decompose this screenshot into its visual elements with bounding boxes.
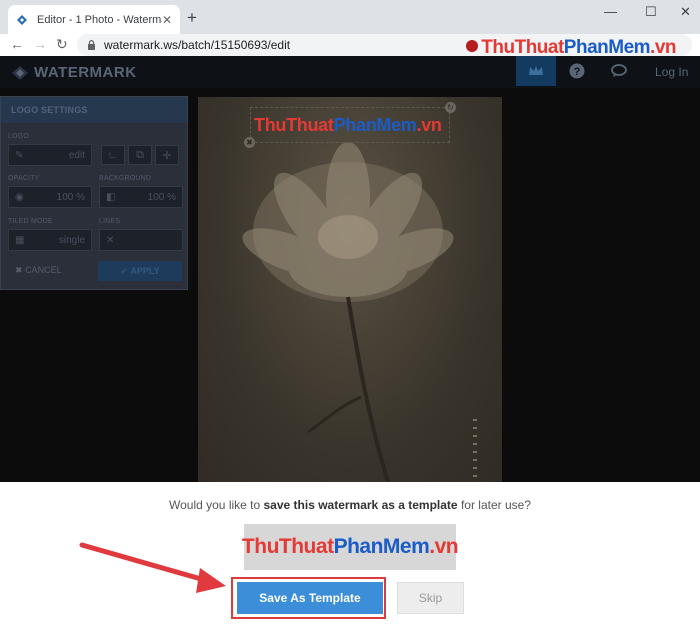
watermark-app: WATERMARK ? Log In LOGO SETTINGS LOGO ✎ … (0, 56, 700, 482)
save-as-template-button[interactable]: Save As Template (237, 582, 383, 614)
background-label: BACKGROUND (99, 175, 152, 182)
photo-watermark-part2: PhanMem (333, 115, 417, 135)
cancel-x-icon: ✖ (15, 265, 23, 275)
question-post: for later use? (457, 498, 531, 512)
question-bold: save this watermark as a template (263, 498, 458, 512)
background-field[interactable]: ◧ 100 % (99, 186, 183, 208)
chat-icon (611, 64, 627, 77)
panel-title: LOGO SETTINGS (1, 97, 187, 123)
maximize-icon[interactable]: ☐ (645, 4, 657, 20)
lines-label: LINES (99, 218, 121, 225)
eye-icon: ◉ (15, 191, 24, 203)
back-icon[interactable]: ← (10, 36, 24, 52)
forward-icon[interactable]: → (33, 36, 47, 52)
photo-watermark-part1: ThuThuat (254, 115, 334, 135)
tiled-mode-field[interactable]: ▦ single (8, 229, 92, 251)
lines-field[interactable]: ✕ (99, 229, 183, 251)
tab-close-icon[interactable]: ✕ (162, 13, 172, 27)
tiled-mode-label: TILED MODE (8, 218, 53, 225)
copy-icon: ⧉ (136, 148, 144, 161)
grid-icon: ▦ (15, 234, 25, 246)
url-text: watermark.ws/batch/15150693/edit (104, 38, 291, 52)
logo-edit-value: edit (68, 149, 85, 161)
eraser-icon: ◧ (106, 191, 116, 203)
browser-tab[interactable]: Editor - 1 Photo - Watermark.ws ✕ (8, 5, 180, 34)
rotate-handle-icon[interactable]: ↻ (445, 102, 456, 113)
new-tab-icon[interactable]: + (187, 8, 197, 28)
tab-title: Editor - 1 Photo - Watermark.ws (37, 13, 162, 26)
app-brand[interactable]: WATERMARK (12, 64, 137, 81)
preview-logo: ThuThuatPhanMem.vn (241, 535, 459, 559)
watermark-logo-icon (12, 65, 28, 80)
dotted-line (473, 419, 477, 482)
save-template-dialog: Would you like to save this watermark as… (0, 482, 700, 627)
apply-button[interactable]: ✔ APPLY (98, 261, 182, 281)
reload-icon[interactable]: ↻ (56, 36, 68, 53)
preview-logo-part2: PhanMem (333, 535, 430, 558)
browser-tabstrip: Editor - 1 Photo - Watermark.ws ✕ + — ☐ … (0, 0, 700, 34)
pencil-icon: ✎ (15, 149, 24, 161)
opacity-value: 100 % (56, 191, 85, 203)
preview-logo-part1: ThuThuat (241, 535, 334, 558)
lock-icon (88, 40, 95, 50)
opacity-label: OPACITY (8, 175, 40, 182)
background-value: 100 % (147, 191, 176, 203)
overlay-logo-part2: PhanMem (563, 37, 651, 58)
crown-icon (529, 66, 543, 75)
move-button[interactable]: ✛ (155, 145, 179, 165)
globe-icon (466, 40, 479, 52)
app-header: WATERMARK ? Log In (0, 56, 700, 88)
chat-button[interactable] (600, 56, 640, 86)
corner-icon: ∟ (107, 149, 119, 161)
photo-watermark-part3: .vn (416, 115, 442, 135)
brand-name: WATERMARK (34, 64, 137, 81)
logo-label: LOGO (8, 133, 30, 140)
tiled-mode-value: single (58, 234, 85, 246)
check-icon: ✔ (120, 265, 131, 276)
cancel-label: CANCEL (25, 265, 62, 275)
flower-stem (307, 296, 390, 482)
login-link[interactable]: Log In (655, 65, 688, 79)
question-pre: Would you like to (169, 498, 264, 512)
logo-edit-field[interactable]: ✎ edit (8, 144, 92, 166)
watermark-favicon-icon (17, 14, 27, 25)
preview-logo-part3: .vn (429, 535, 459, 558)
overlay-logo-part1: ThuThuat (481, 37, 564, 58)
skip-button[interactable]: Skip (397, 582, 464, 614)
premium-button[interactable] (516, 56, 556, 86)
help-icon: ? (569, 63, 585, 79)
svg-text:?: ? (574, 66, 581, 78)
opacity-field[interactable]: ◉ 100 % (8, 186, 92, 208)
cross-lines-icon: ✕ (106, 234, 115, 246)
photo-preview[interactable]: ThuThuatPhanMem.vn ✖ ↻ (198, 97, 502, 482)
watermark-template-preview: ThuThuatPhanMem.vn (241, 524, 459, 570)
window-close-icon[interactable]: ✕ (680, 4, 691, 20)
overlay-logo-part3: .vn (650, 37, 676, 58)
cancel-button[interactable]: ✖ CANCEL (15, 265, 62, 276)
save-template-question: Would you like to save this watermark as… (0, 498, 700, 512)
photo-watermark-logo[interactable]: ThuThuatPhanMem.vn (254, 115, 442, 136)
logo-settings-panel: LOGO SETTINGS LOGO ✎ edit ∟ ⧉ ✛ OPACITY … (0, 96, 188, 290)
help-button[interactable]: ? (557, 56, 597, 86)
align-corner-button[interactable]: ∟ (101, 145, 125, 165)
copy-button[interactable]: ⧉ (128, 145, 152, 165)
browser-toolbar: ← → ↻ watermark.ws/batch/15150693/edit T… (0, 34, 700, 58)
delete-handle-icon[interactable]: ✖ (244, 137, 255, 148)
move-icon: ✛ (162, 149, 172, 162)
apply-label: APPLY (130, 266, 160, 276)
minimize-icon[interactable]: — (604, 4, 617, 19)
